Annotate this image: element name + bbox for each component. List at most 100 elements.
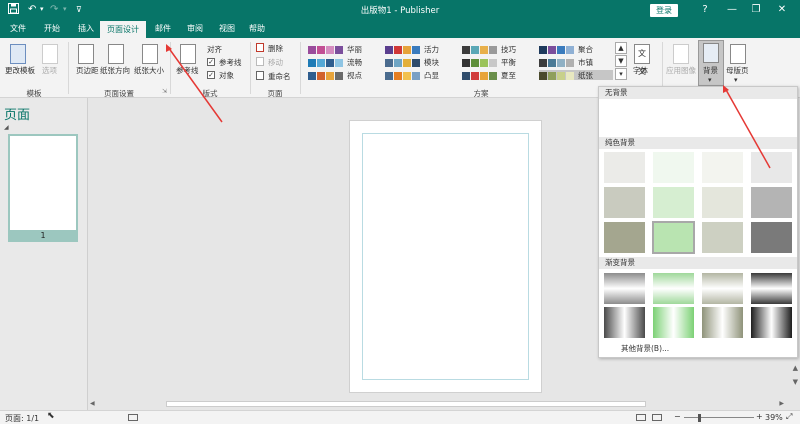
checkbox-checked-icon: ✓ — [207, 71, 215, 79]
align-label: 对齐 — [207, 45, 222, 54]
solid-background-swatch[interactable] — [653, 187, 694, 218]
color-scheme-10[interactable]: 市镇 — [539, 57, 613, 67]
scheme-swatch — [489, 58, 497, 67]
zoom-in-icon[interactable]: + — [756, 412, 763, 421]
apply-image-icon — [673, 44, 689, 64]
login-button[interactable]: 登录 — [650, 4, 678, 17]
color-scheme-3[interactable]: 活力 — [385, 44, 459, 54]
solid-background-swatch[interactable] — [652, 221, 695, 254]
gradient-background-swatch[interactable] — [751, 273, 792, 304]
scheme-name: 聚合 — [578, 45, 593, 54]
solid-background-swatch[interactable] — [702, 187, 743, 218]
scheme-name: 纸张 — [578, 71, 593, 80]
margin-guides — [362, 133, 529, 380]
scheme-swatch — [308, 58, 316, 67]
scheme-swatch — [471, 45, 479, 54]
color-scheme-11[interactable]: 纸张 — [539, 70, 613, 80]
collapse-icon[interactable]: ◢ — [4, 124, 9, 131]
zoom-slider-thumb[interactable] — [698, 414, 701, 422]
color-scheme-4[interactable]: 模块 — [385, 57, 459, 67]
layout-icon[interactable] — [128, 414, 138, 421]
color-scheme-1[interactable]: 流畅 — [308, 57, 382, 67]
help-button[interactable]: ? — [695, 2, 715, 18]
scroll-left-icon[interactable]: ◀ — [90, 400, 95, 407]
scheme-swatch — [412, 45, 420, 54]
rename-page-icon — [256, 71, 264, 80]
scheme-swatch — [308, 71, 316, 80]
gradient-background-swatch[interactable] — [653, 273, 694, 304]
solid-background-header: 纯色背景 — [599, 137, 797, 149]
tab-review[interactable]: 审阅 — [182, 20, 208, 38]
gradient-background-header: 渐变背景 — [599, 257, 797, 269]
chevron-down-icon: ▾ — [734, 76, 738, 84]
gallery-more-icon[interactable]: ▾ — [615, 68, 627, 80]
single-page-view-icon[interactable] — [636, 414, 646, 421]
solid-background-swatch[interactable] — [702, 222, 743, 253]
solid-background-swatch[interactable] — [604, 222, 645, 253]
gradient-background-swatch[interactable] — [604, 307, 645, 338]
more-backgrounds-link[interactable]: 其他背景(B)... — [621, 343, 669, 354]
tab-insert[interactable]: 插入 — [72, 20, 100, 38]
scheme-swatch — [394, 58, 402, 67]
tab-home[interactable]: 开始 — [38, 20, 66, 38]
color-scheme-5[interactable]: 凸显 — [385, 70, 459, 80]
gradient-background-swatch[interactable] — [653, 307, 694, 338]
color-scheme-2[interactable]: 视点 — [308, 70, 382, 80]
scheme-swatch — [403, 45, 411, 54]
group-separator — [300, 42, 301, 94]
pages-panel: 页面 ◢ 1 — [0, 98, 88, 410]
zoom-slider[interactable] — [684, 417, 754, 418]
scheme-swatch — [385, 58, 393, 67]
tab-mailings[interactable]: 邮件 — [150, 20, 176, 38]
tab-view[interactable]: 视图 — [214, 20, 240, 38]
dialog-launcher-icon[interactable]: ⇲ — [162, 88, 167, 95]
color-scheme-7[interactable]: 平衡 — [462, 57, 536, 67]
margins-icon — [78, 44, 94, 64]
gradient-background-swatch[interactable] — [702, 273, 743, 304]
scrollbar-thumb[interactable] — [166, 401, 646, 407]
solid-background-swatch[interactable] — [751, 187, 792, 218]
scheme-swatch — [548, 71, 556, 80]
scroll-down-icon[interactable]: ▼ — [793, 378, 798, 386]
scheme-swatch — [308, 45, 316, 54]
gradient-background-swatch[interactable] — [604, 273, 645, 304]
horizontal-scrollbar[interactable]: ◀ ▶ — [88, 398, 800, 410]
tab-file[interactable]: 文件 — [6, 20, 30, 38]
scroll-up-icon[interactable]: ▲ — [793, 364, 798, 372]
page-count: 页面: 1/1 — [5, 414, 40, 423]
tab-help[interactable]: 帮助 — [244, 20, 270, 38]
close-icon[interactable]: ✕ — [772, 2, 792, 18]
solid-background-swatch[interactable] — [751, 152, 792, 183]
minimize-icon[interactable]: — — [722, 2, 742, 18]
gradient-background-swatch[interactable] — [702, 307, 743, 338]
solid-background-swatch[interactable] — [702, 152, 743, 183]
fit-page-icon[interactable]: ⤢ — [786, 412, 792, 422]
zoom-level[interactable]: 39% — [765, 413, 783, 422]
move-page-icon — [256, 57, 264, 66]
no-background-option[interactable] — [603, 101, 793, 135]
tab-page-design[interactable]: 页面设计 — [100, 21, 146, 38]
scheme-swatch — [557, 58, 565, 67]
ribbon-tabs: 文件 开始 插入 页面设计 邮件 审阅 视图 帮助 — [0, 20, 800, 38]
solid-background-swatch[interactable] — [604, 187, 645, 218]
two-page-view-icon[interactable] — [652, 414, 662, 421]
gallery-down-icon[interactable]: ▼ — [615, 55, 627, 67]
color-scheme-9[interactable]: 聚合 — [539, 44, 613, 54]
color-scheme-6[interactable]: 技巧 — [462, 44, 536, 54]
background-dropdown: 无背景 纯色背景 渐变背景 其他背景(B)... — [598, 86, 798, 358]
gallery-up-icon[interactable]: ▲ — [615, 42, 627, 54]
gradient-background-swatch[interactable] — [751, 307, 792, 338]
restore-icon[interactable]: ❐ — [746, 2, 766, 18]
scheme-swatch — [326, 58, 334, 67]
solid-background-swatch[interactable] — [653, 152, 694, 183]
publication-page[interactable] — [349, 120, 542, 393]
solid-background-swatch[interactable] — [604, 152, 645, 183]
scroll-right-icon[interactable]: ▶ — [779, 400, 784, 407]
no-background-header: 无背景 — [599, 87, 797, 99]
color-scheme-8[interactable]: 夏至 — [462, 70, 536, 80]
solid-background-swatch[interactable] — [751, 222, 792, 253]
page-thumbnail[interactable] — [8, 134, 78, 238]
zoom-out-icon[interactable]: − — [674, 412, 681, 421]
scheme-swatch — [412, 58, 420, 67]
color-scheme-0[interactable]: 华丽 — [308, 44, 382, 54]
